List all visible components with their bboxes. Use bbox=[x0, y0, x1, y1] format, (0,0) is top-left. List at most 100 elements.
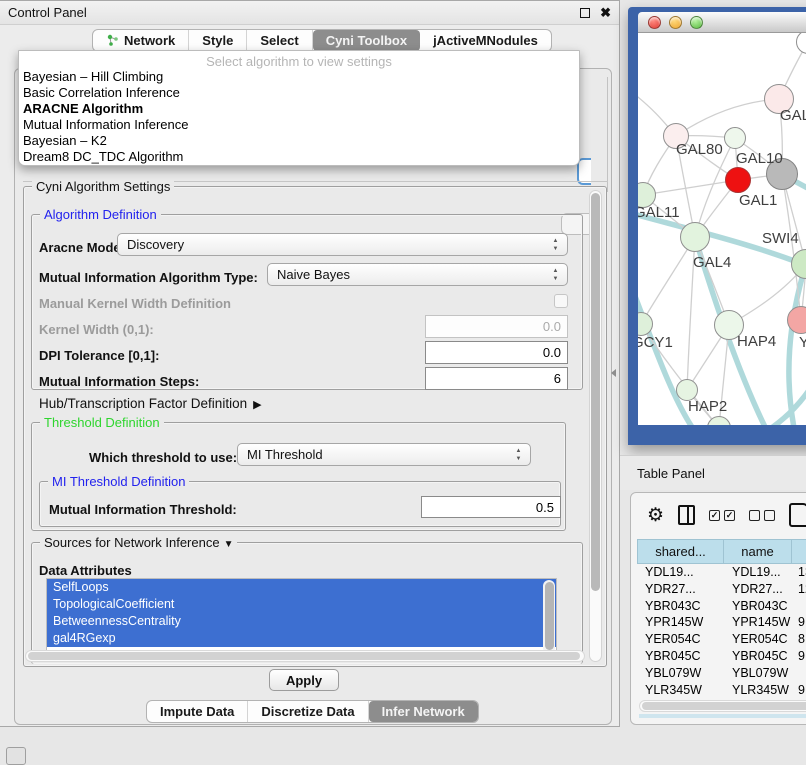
mi-algorithm-type-combo[interactable]: Naive Bayes bbox=[267, 263, 568, 286]
column-header-name[interactable]: name bbox=[724, 539, 792, 564]
close-icon[interactable]: ✖ bbox=[600, 8, 611, 18]
tab-infer-network[interactable]: Infer Network bbox=[369, 701, 478, 722]
apply-button[interactable]: Apply bbox=[269, 669, 339, 691]
expand-right-arrow-icon: ▶ bbox=[253, 399, 261, 411]
list-item[interactable]: BetweennessCentrality bbox=[47, 613, 556, 630]
table-row[interactable]: YBL079WYBL079W bbox=[637, 665, 806, 682]
cyni-bottom-tabbar: Impute Data Discretize Data Infer Networ… bbox=[146, 700, 479, 723]
dpi-tolerance-label: DPI Tolerance [0,1]: bbox=[39, 348, 159, 363]
node-label: GAL bbox=[780, 107, 806, 124]
dropdown-header: Select algorithm to view settings bbox=[19, 54, 579, 69]
node-label: Y bbox=[799, 334, 806, 351]
list-item[interactable]: gal4RGexp bbox=[47, 630, 556, 647]
node-table: shared... name A YDL19...YDL19...13 YDR2… bbox=[637, 539, 806, 706]
table-row[interactable]: YBR045CYBR045C9. bbox=[637, 648, 806, 665]
new-table-icon[interactable] bbox=[789, 503, 806, 527]
which-threshold-combo[interactable]: MI Threshold bbox=[237, 443, 531, 466]
node-label: GAL1 bbox=[739, 192, 777, 209]
control-panel-window: Control Panel ✖ Network Style Select Cyn… bbox=[0, 0, 620, 727]
manual-kernel-width-label: Manual Kernel Width Definition bbox=[39, 296, 231, 311]
data-attributes-label: Data Attributes bbox=[39, 563, 132, 578]
collapse-down-arrow-icon: ▼ bbox=[224, 539, 234, 550]
table-row[interactable]: YLR345WYLR345W9. bbox=[637, 682, 806, 699]
table-panel-title: Table Panel bbox=[637, 466, 705, 481]
node-label: GAL80 bbox=[676, 141, 723, 158]
minimized-palette-icon[interactable] bbox=[6, 747, 26, 765]
node-label: GAL4 bbox=[693, 254, 731, 271]
mi-steps-field[interactable]: 6 bbox=[425, 367, 568, 390]
dpi-tolerance-field[interactable]: 0.0 bbox=[425, 341, 568, 364]
node-label: HAP4 bbox=[737, 333, 776, 350]
mi-steps-label: Mutual Information Steps: bbox=[39, 374, 199, 389]
kernel-width-field[interactable]: 0.0 bbox=[425, 315, 568, 338]
combo-arrows-icon bbox=[551, 237, 560, 253]
list-item[interactable]: SelfLoops bbox=[47, 579, 556, 596]
aracne-mode-combo[interactable]: Discovery bbox=[117, 233, 568, 256]
deselect-all-icon[interactable] bbox=[749, 510, 775, 521]
combo-arrows-icon bbox=[514, 447, 523, 463]
network-node-gal1[interactable] bbox=[725, 167, 751, 193]
table-row[interactable]: YER054CYER054C8. bbox=[637, 631, 806, 648]
control-panel-tabbar: Network Style Select Cyni Toolbox jActiv… bbox=[92, 29, 552, 52]
threshold-definition-title: Threshold Definition bbox=[40, 415, 164, 430]
cyni-algorithm-settings-title: Cyni Algorithm Settings bbox=[32, 179, 174, 194]
tab-select[interactable]: Select bbox=[247, 30, 312, 51]
mi-algorithm-type-label: Mutual Information Algorithm Type: bbox=[39, 270, 258, 285]
select-all-icon[interactable]: ✓✓ bbox=[709, 510, 735, 521]
mi-threshold-field[interactable]: 0.5 bbox=[421, 496, 561, 518]
menu-item[interactable]: Bayesian – K2 bbox=[19, 133, 579, 149]
menu-item[interactable]: Basic Correlation Inference bbox=[19, 85, 579, 101]
network-node-gal4[interactable] bbox=[680, 222, 710, 252]
tab-network[interactable]: Network bbox=[93, 30, 189, 51]
tab-discretize-data[interactable]: Discretize Data bbox=[248, 701, 368, 722]
column-header[interactable]: A bbox=[792, 539, 806, 564]
cyni-toolbox-panel: Cyni Algorithm Settings Algorithm Defini… bbox=[14, 68, 612, 725]
menu-item[interactable]: Mutual Information Inference bbox=[19, 117, 579, 133]
minimize-traffic-light-icon[interactable] bbox=[669, 16, 682, 29]
list-vertical-scrollbar[interactable] bbox=[543, 580, 555, 654]
sources-group-title[interactable]: Sources for Network Inference▼ bbox=[40, 535, 237, 550]
network-node-gal10[interactable] bbox=[724, 127, 746, 149]
tab-cyni-toolbox[interactable]: Cyni Toolbox bbox=[313, 30, 420, 51]
table-row[interactable]: YBR043CYBR043C bbox=[637, 598, 806, 615]
algorithm-definition-title: Algorithm Definition bbox=[40, 207, 161, 222]
network-window-titlebar[interactable] bbox=[638, 12, 806, 33]
control-panel-titlebar: Control Panel ✖ bbox=[0, 1, 619, 25]
column-layout-icon[interactable] bbox=[678, 505, 695, 525]
table-panel: ⚙ ✓✓ shared... name A YDL19...YDL19...13… bbox=[630, 492, 806, 725]
settings-horizontal-scrollbar[interactable] bbox=[25, 650, 585, 662]
split-pane-handle[interactable] bbox=[611, 369, 616, 377]
tab-impute-data[interactable]: Impute Data bbox=[147, 701, 248, 722]
tab-jactivemnodules[interactable]: jActiveMNodules bbox=[420, 30, 551, 51]
kernel-width-label: Kernel Width (0,1): bbox=[39, 322, 154, 337]
menu-item[interactable]: Bayesian – Hill Climbing bbox=[19, 69, 579, 85]
control-panel-title: Control Panel bbox=[8, 5, 87, 20]
mi-threshold-definition-title: MI Threshold Definition bbox=[48, 474, 189, 489]
gear-icon[interactable]: ⚙ bbox=[647, 504, 664, 527]
table-toolbar: ⚙ ✓✓ bbox=[631, 493, 806, 537]
hub-definition-toggle[interactable]: Hub/Transcription Factor Definition▶ bbox=[39, 396, 262, 411]
zoom-traffic-light-icon[interactable] bbox=[690, 16, 703, 29]
column-header-shared-name[interactable]: shared... bbox=[637, 539, 724, 564]
manual-kernel-width-checkbox[interactable] bbox=[554, 294, 568, 308]
mi-threshold-label: Mutual Information Threshold: bbox=[49, 502, 237, 517]
float-window-icon[interactable] bbox=[580, 8, 590, 18]
table-row[interactable]: YDL19...YDL19...13 bbox=[637, 564, 806, 581]
menu-item-selected[interactable]: ARACNE Algorithm bbox=[19, 101, 579, 117]
aracne-mode-label: Aracne Mode: bbox=[39, 240, 125, 255]
node-label: SWI4 bbox=[762, 230, 799, 247]
network-canvas[interactable]: GAL GAL80 GAL10 GAL1 GAL11 SWI4 GAL4 GCY… bbox=[638, 33, 806, 425]
table-bottom-strip bbox=[639, 714, 806, 718]
menu-item[interactable]: Dream8 DC_TDC Algorithm bbox=[19, 149, 579, 165]
node-label: GAL11 bbox=[638, 204, 680, 221]
data-attributes-list[interactable]: SelfLoops TopologicalCoefficient Between… bbox=[46, 578, 557, 656]
table-row[interactable]: YPR145WYPR145W9. bbox=[637, 614, 806, 631]
table-horizontal-scrollbar[interactable] bbox=[639, 700, 806, 712]
network-icon bbox=[106, 34, 119, 47]
tab-style[interactable]: Style bbox=[189, 30, 247, 51]
list-item[interactable]: TopologicalCoefficient bbox=[47, 596, 556, 613]
table-row[interactable]: YDR27...YDR27...12 bbox=[637, 581, 806, 598]
close-traffic-light-icon[interactable] bbox=[648, 16, 661, 29]
settings-vertical-scrollbar[interactable] bbox=[589, 190, 602, 662]
algorithm-dropdown-popup: Select algorithm to view settings Bayesi… bbox=[18, 50, 580, 166]
